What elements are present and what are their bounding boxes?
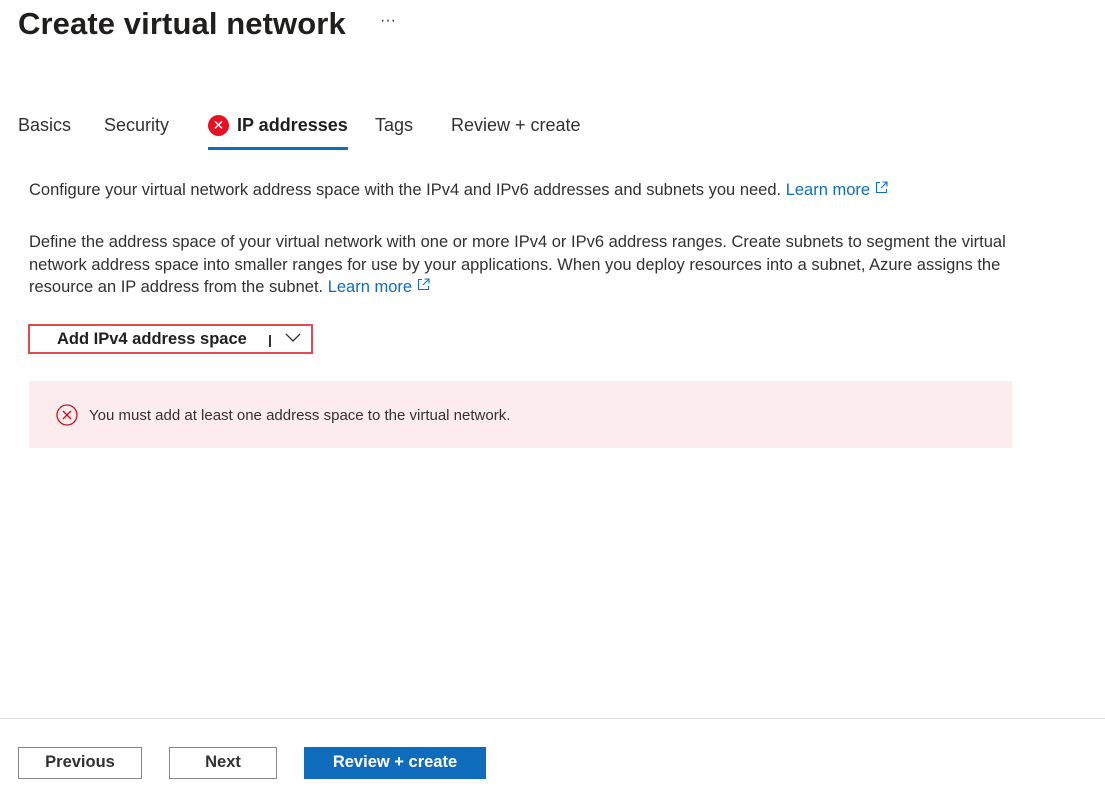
intro-text: Configure your virtual network address s… bbox=[29, 181, 782, 199]
add-ipv4-address-space-button[interactable]: Add IPv4 address space bbox=[28, 324, 313, 354]
page-title: Create virtual network bbox=[18, 6, 346, 41]
review-create-button[interactable]: Review + create bbox=[304, 747, 486, 779]
next-button[interactable]: Next bbox=[169, 747, 277, 779]
learn-more-label: Learn more bbox=[327, 278, 413, 296]
footer-divider bbox=[0, 718, 1105, 719]
add-space-label: Add IPv4 address space bbox=[57, 330, 247, 348]
tab-label: Review + create bbox=[451, 115, 581, 135]
external-link-icon bbox=[418, 278, 430, 291]
error-banner: You must add at least one address space … bbox=[29, 381, 1012, 448]
split-divider bbox=[269, 335, 271, 347]
more-options-icon[interactable]: ··· bbox=[377, 13, 399, 36]
learn-more-link[interactable]: Learn more bbox=[786, 181, 888, 199]
detail-text: Define the address space of your virtual… bbox=[29, 233, 1006, 296]
tab-basics[interactable]: Basics bbox=[18, 108, 71, 152]
detail-paragraph: Define the address space of your virtual… bbox=[29, 231, 1029, 299]
intro-paragraph: Configure your virtual network address s… bbox=[29, 180, 1029, 200]
error-circle-icon bbox=[56, 404, 78, 426]
previous-button[interactable]: Previous bbox=[18, 747, 142, 779]
tab-ip-addresses[interactable]: ✕ IP addresses bbox=[208, 111, 348, 150]
tab-tags[interactable]: Tags bbox=[375, 108, 413, 152]
learn-more-link-2[interactable]: Learn more bbox=[328, 278, 430, 296]
tab-label: Tags bbox=[375, 115, 414, 135]
tab-label: Basics bbox=[18, 115, 72, 135]
chevron-down-icon[interactable] bbox=[285, 333, 301, 343]
learn-more-label: Learn more bbox=[785, 181, 871, 199]
wizard-tabs: Basics Security ✕ IP addresses Tags Revi… bbox=[0, 108, 700, 152]
tab-review-create[interactable]: Review + create bbox=[451, 108, 581, 152]
create-vnet-page: Create virtual network ··· Basics Securi… bbox=[0, 0, 1105, 789]
error-badge-icon: ✕ bbox=[208, 115, 229, 136]
error-message: You must add at least one address space … bbox=[89, 407, 511, 424]
tab-label: Security bbox=[104, 115, 170, 135]
tab-security[interactable]: Security bbox=[104, 108, 169, 152]
external-link-icon bbox=[876, 181, 888, 194]
tab-label: IP addresses bbox=[237, 115, 348, 135]
